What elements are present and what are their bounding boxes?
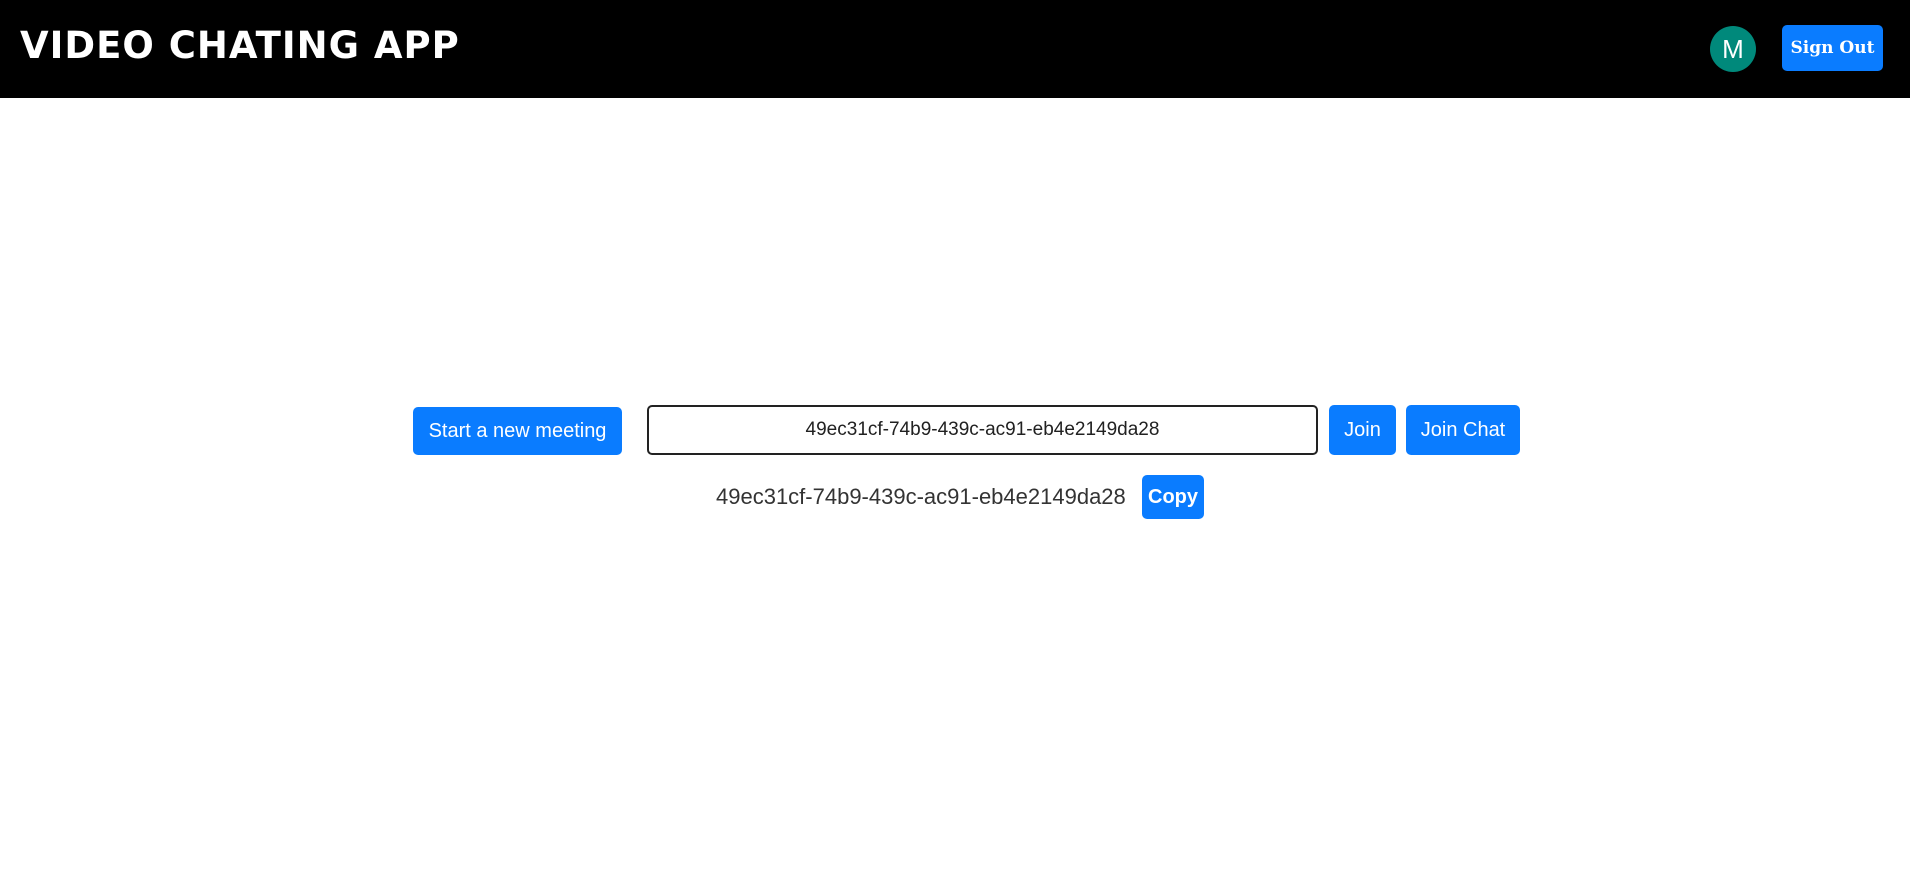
app-title: VIDEO CHATING APP: [20, 24, 460, 67]
top-navbar: VIDEO CHATING APP M Sign Out: [0, 0, 1910, 98]
sign-out-button[interactable]: Sign Out: [1782, 25, 1883, 71]
avatar-initial: M: [1722, 33, 1744, 64]
join-chat-button[interactable]: Join Chat: [1406, 405, 1520, 455]
meeting-id-input[interactable]: [647, 405, 1318, 455]
join-button[interactable]: Join: [1329, 405, 1396, 455]
generated-meeting-id: 49ec31cf-74b9-439c-ac91-eb4e2149da28: [716, 484, 1126, 509]
user-avatar[interactable]: M: [1710, 26, 1756, 72]
copy-button[interactable]: Copy: [1142, 475, 1204, 519]
start-new-meeting-button[interactable]: Start a new meeting: [413, 407, 622, 455]
